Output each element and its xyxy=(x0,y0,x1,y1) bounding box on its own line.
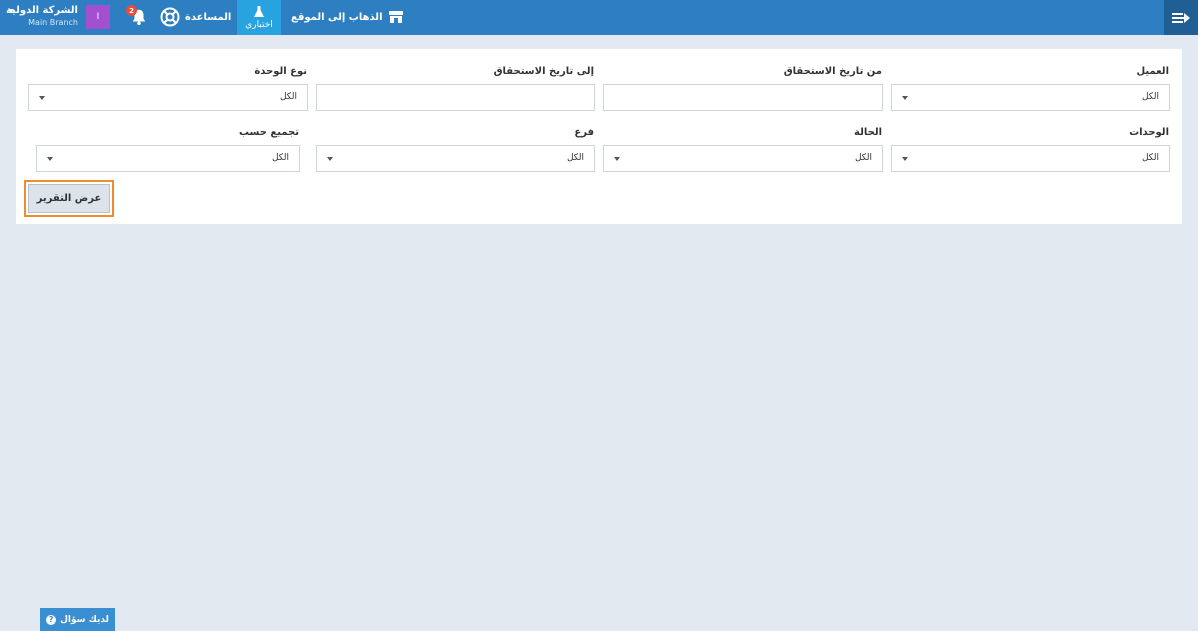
status-value: الكل xyxy=(854,153,872,163)
avatar[interactable]: I xyxy=(86,5,110,29)
menu-arrow-icon xyxy=(1172,12,1190,23)
group-by-label: تجميع حسب xyxy=(238,127,299,138)
customer-label: العميل xyxy=(1136,66,1169,77)
due-date-from-input[interactable] xyxy=(603,84,883,111)
caret-down-icon xyxy=(902,157,908,161)
caret-down-icon xyxy=(614,157,620,161)
company-switcher[interactable]: الشركة الدولية Main Branch xyxy=(6,5,78,28)
goto-site-label: الذهاب إلى الموقع xyxy=(291,11,383,23)
goto-site-link[interactable]: الذهاب إلى الموقع xyxy=(291,8,403,26)
due-date-to-input[interactable] xyxy=(316,84,595,111)
show-report-button[interactable]: عرض التقرير xyxy=(28,184,110,213)
caret-down-icon xyxy=(902,96,908,100)
status-label: الحالة xyxy=(854,127,882,138)
caret-down-icon xyxy=(39,96,45,100)
branch-value: الكل xyxy=(566,153,584,163)
question-icon: ? xyxy=(46,614,57,625)
caret-down-icon[interactable] xyxy=(8,9,14,13)
store-icon xyxy=(388,11,403,23)
report-button-highlight: عرض التقرير xyxy=(24,180,114,217)
flask-icon xyxy=(254,5,264,17)
tab-test-mode[interactable]: اختباري xyxy=(237,0,281,35)
question-label: لديك سؤال xyxy=(60,614,109,625)
branch-name: Main Branch xyxy=(28,18,78,27)
test-mode-label: اختباري xyxy=(245,19,273,30)
notification-badge: 2 xyxy=(126,5,137,16)
due-date-to-label: إلى تاريخ الاستحقاق xyxy=(493,66,594,77)
unit-type-value: الكل xyxy=(279,92,297,102)
branch-label: فرع xyxy=(574,127,594,138)
caret-down-icon xyxy=(327,157,333,161)
group-by-select[interactable]: الكل xyxy=(36,145,300,172)
lifebuoy-icon xyxy=(160,7,180,27)
due-date-from-label: من تاريخ الاستحقاق xyxy=(783,66,882,77)
caret-down-icon xyxy=(47,157,53,161)
have-question-button[interactable]: لديك سؤال ? xyxy=(40,608,115,631)
units-select[interactable]: الكل xyxy=(891,145,1170,172)
company-name: الشركة الدولية xyxy=(5,5,78,16)
status-select[interactable]: الكل xyxy=(603,145,883,172)
sidebar-toggle-button[interactable] xyxy=(1164,0,1198,35)
unit-type-label: نوع الوحدة xyxy=(254,66,307,77)
group-by-value: الكل xyxy=(271,153,289,163)
unit-type-select[interactable]: الكل xyxy=(28,84,308,111)
units-value: الكل xyxy=(1141,153,1159,163)
help-link[interactable]: المساعدة xyxy=(160,7,231,27)
customer-value: الكل xyxy=(1141,92,1159,102)
customer-select[interactable]: الكل xyxy=(891,84,1170,111)
report-filter-panel: العميل من تاريخ الاستحقاق إلى تاريخ الاس… xyxy=(16,49,1182,224)
help-label: المساعدة xyxy=(185,11,232,23)
top-navbar: الشركة الدولية Main Branch I 2 المساعدة … xyxy=(0,0,1198,35)
branch-select[interactable]: الكل xyxy=(316,145,595,172)
units-label: الوحدات xyxy=(1129,127,1169,138)
